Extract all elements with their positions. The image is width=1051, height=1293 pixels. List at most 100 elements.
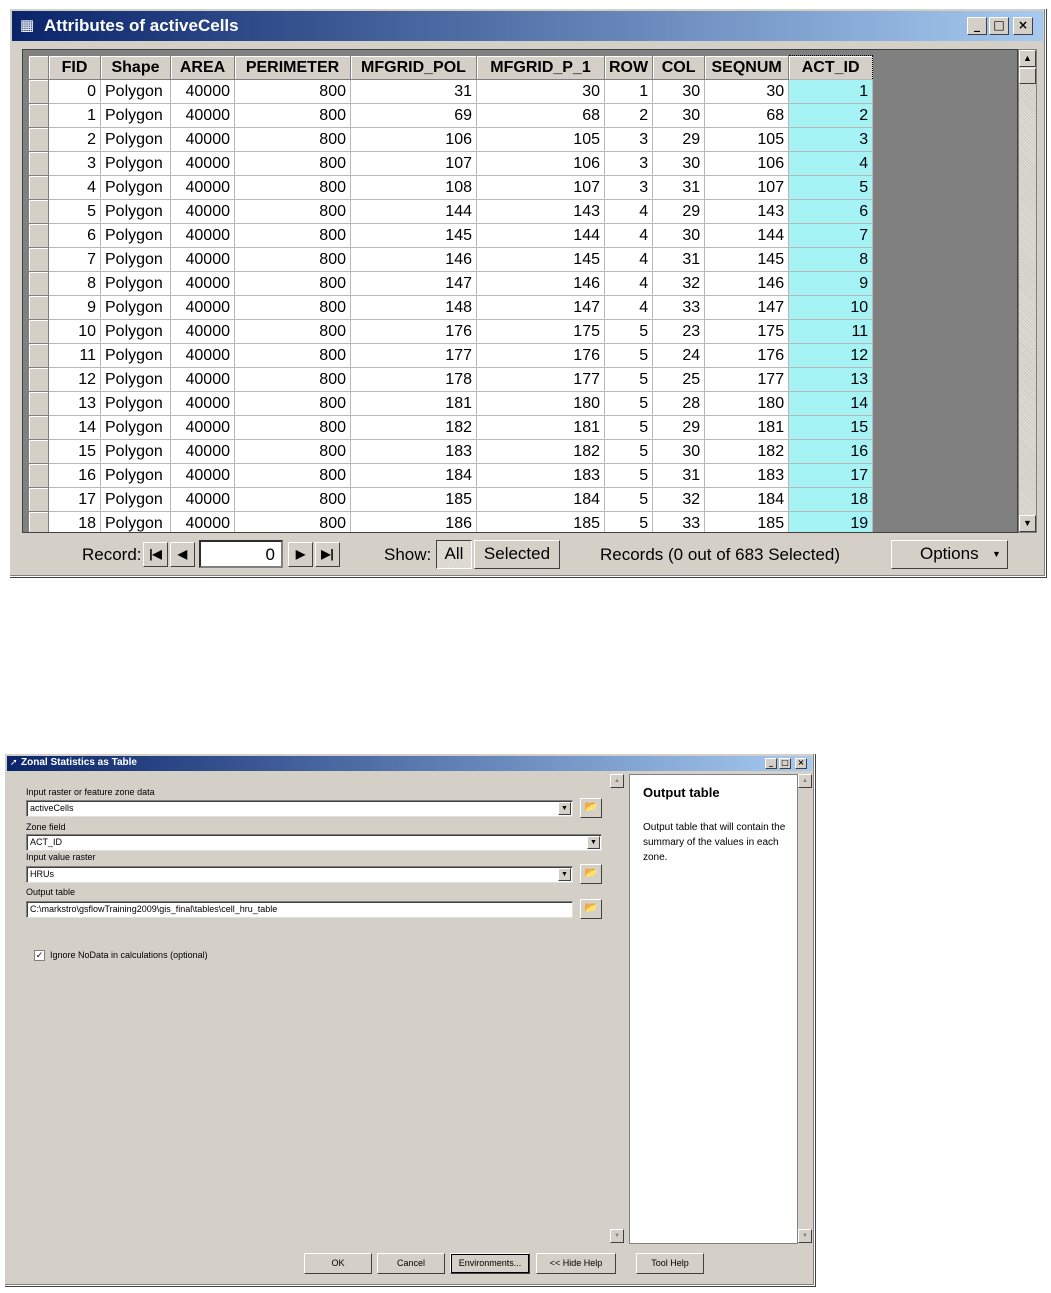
table-cell[interactable]: 30 bbox=[652, 103, 706, 128]
table-cell[interactable]: 176 bbox=[476, 343, 605, 368]
row-selector[interactable] bbox=[28, 175, 49, 200]
table-cell[interactable]: 177 bbox=[476, 367, 605, 392]
table-cell[interactable]: Polygon bbox=[100, 487, 171, 512]
table-cell[interactable]: 5 bbox=[603, 511, 654, 532]
table-cell[interactable]: 182 bbox=[704, 439, 790, 464]
open-folder-icon[interactable]: 📂 bbox=[580, 798, 602, 818]
table-cell[interactable]: 19 bbox=[788, 511, 874, 532]
table-row[interactable]: 11 Polygon 40000 800 177 176 5 24 176 12 bbox=[28, 343, 874, 368]
row-selector[interactable] bbox=[28, 271, 49, 296]
table-cell[interactable]: Polygon bbox=[100, 199, 171, 224]
row-selector[interactable] bbox=[28, 511, 49, 532]
table-cell[interactable]: 29 bbox=[652, 199, 706, 224]
table-cell[interactable]: 146 bbox=[350, 247, 477, 272]
row-selector[interactable] bbox=[28, 247, 49, 272]
table-row[interactable]: 0 Polygon 40000 800 31 30 1 30 30 1 bbox=[28, 79, 874, 104]
table-cell[interactable]: 800 bbox=[234, 415, 351, 440]
scroll-up-icon[interactable]: ▲ bbox=[798, 774, 812, 788]
table-cell[interactable]: 144 bbox=[476, 223, 605, 248]
help-scrollbar[interactable]: ▲ ▼ bbox=[798, 774, 813, 1244]
table-cell[interactable]: 145 bbox=[476, 247, 605, 272]
table-cell[interactable]: 40000 bbox=[170, 415, 235, 440]
column-header-fid[interactable]: FID bbox=[48, 55, 101, 80]
table-cell[interactable]: Polygon bbox=[100, 295, 171, 320]
table-cell[interactable]: 15 bbox=[48, 439, 101, 464]
table-cell[interactable]: 105 bbox=[476, 127, 605, 152]
table-cell[interactable]: 14 bbox=[788, 391, 874, 416]
row-selector[interactable] bbox=[28, 439, 49, 464]
table-cell[interactable]: Polygon bbox=[100, 511, 171, 532]
zone-field-select[interactable]: ACT_ID ▼ bbox=[26, 834, 602, 851]
table-cell[interactable]: 68 bbox=[704, 103, 790, 128]
row-selector[interactable] bbox=[28, 367, 49, 392]
table-cell[interactable]: 3 bbox=[48, 151, 101, 176]
table-cell[interactable]: 144 bbox=[704, 223, 790, 248]
table-cell[interactable]: 5 bbox=[603, 415, 654, 440]
table-cell[interactable]: Polygon bbox=[100, 367, 171, 392]
table-cell[interactable]: 181 bbox=[476, 415, 605, 440]
table-cell[interactable]: 4 bbox=[788, 151, 874, 176]
table-cell[interactable]: 184 bbox=[476, 487, 605, 512]
table-cell[interactable]: 16 bbox=[48, 463, 101, 488]
row-selector[interactable] bbox=[28, 415, 49, 440]
column-header-act-id[interactable]: ACT_ID bbox=[788, 55, 874, 80]
table-cell[interactable]: 800 bbox=[234, 319, 351, 344]
table-cell[interactable]: Polygon bbox=[100, 319, 171, 344]
table-cell[interactable]: 147 bbox=[350, 271, 477, 296]
value-raster-field[interactable]: HRUs ▼ bbox=[26, 866, 573, 883]
row-selector[interactable] bbox=[28, 319, 49, 344]
table-cell[interactable]: 176 bbox=[350, 319, 477, 344]
row-selector[interactable] bbox=[28, 391, 49, 416]
table-cell[interactable]: 13 bbox=[48, 391, 101, 416]
column-header-area[interactable]: AREA bbox=[170, 55, 235, 80]
table-cell[interactable]: 30 bbox=[652, 439, 706, 464]
row-selector[interactable] bbox=[28, 223, 49, 248]
table-cell[interactable]: Polygon bbox=[100, 127, 171, 152]
table-cell[interactable]: 40000 bbox=[170, 439, 235, 464]
table-cell[interactable]: 178 bbox=[350, 367, 477, 392]
scroll-up-icon[interactable]: ▲ bbox=[1019, 50, 1036, 67]
table-cell[interactable]: 800 bbox=[234, 391, 351, 416]
table-cell[interactable]: 181 bbox=[350, 391, 477, 416]
table-cell[interactable]: Polygon bbox=[100, 79, 171, 104]
table-cell[interactable]: 40000 bbox=[170, 319, 235, 344]
show-selected-button[interactable]: Selected bbox=[474, 540, 560, 569]
table-row[interactable]: 2 Polygon 40000 800 106 105 3 29 105 3 bbox=[28, 127, 874, 152]
row-selector[interactable] bbox=[28, 463, 49, 488]
table-cell[interactable]: 185 bbox=[476, 511, 605, 532]
column-header-shape[interactable]: Shape bbox=[100, 55, 171, 80]
table-cell[interactable]: 5 bbox=[603, 343, 654, 368]
row-selector[interactable] bbox=[28, 487, 49, 512]
table-cell[interactable]: 11 bbox=[788, 319, 874, 344]
output-table-field[interactable]: C:\markstro\gsflowTraining2009\gis_final… bbox=[26, 901, 573, 918]
table-cell[interactable]: 145 bbox=[350, 223, 477, 248]
table-cell[interactable]: 40000 bbox=[170, 463, 235, 488]
table-cell[interactable]: 800 bbox=[234, 175, 351, 200]
table-cell[interactable]: 144 bbox=[350, 199, 477, 224]
table-cell[interactable]: 31 bbox=[652, 175, 706, 200]
table-cell[interactable]: 40000 bbox=[170, 487, 235, 512]
table-cell[interactable]: 40000 bbox=[170, 175, 235, 200]
close-button[interactable]: × bbox=[1013, 17, 1033, 35]
table-cell[interactable]: 181 bbox=[704, 415, 790, 440]
table-cell[interactable]: 33 bbox=[652, 295, 706, 320]
table-cell[interactable]: 32 bbox=[652, 271, 706, 296]
table-cell[interactable]: 106 bbox=[476, 151, 605, 176]
table-cell[interactable]: 143 bbox=[704, 199, 790, 224]
column-header-seqnum[interactable]: SEQNUM bbox=[704, 55, 790, 80]
table-cell[interactable]: 10 bbox=[788, 295, 874, 320]
table-row[interactable]: 12 Polygon 40000 800 178 177 5 25 177 13 bbox=[28, 367, 874, 392]
table-cell[interactable]: Polygon bbox=[100, 103, 171, 128]
table-cell[interactable]: Polygon bbox=[100, 439, 171, 464]
table-row[interactable]: 4 Polygon 40000 800 108 107 3 31 107 5 bbox=[28, 175, 874, 200]
dialog-maximize-button[interactable]: □ bbox=[779, 758, 791, 769]
row-selector[interactable] bbox=[28, 295, 49, 320]
table-row[interactable]: 10 Polygon 40000 800 176 175 5 23 175 11 bbox=[28, 319, 874, 344]
table-cell[interactable]: 40000 bbox=[170, 79, 235, 104]
table-cell[interactable]: 29 bbox=[652, 127, 706, 152]
table-cell[interactable]: 4 bbox=[603, 199, 654, 224]
table-cell[interactable]: 31 bbox=[652, 247, 706, 272]
table-cell[interactable]: 12 bbox=[48, 367, 101, 392]
row-selector[interactable] bbox=[28, 79, 49, 104]
table-cell[interactable]: 108 bbox=[350, 175, 477, 200]
